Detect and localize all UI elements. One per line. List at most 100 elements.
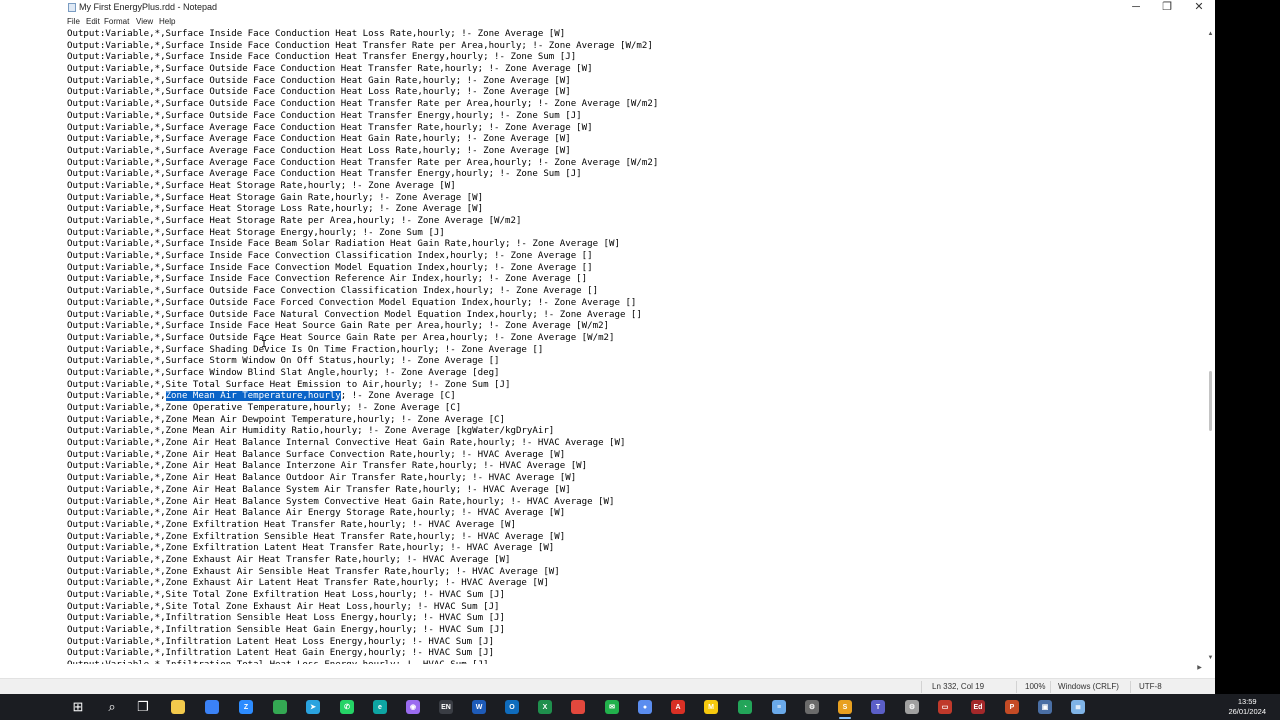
whatsapp-icon[interactable]: ✆ (337, 697, 357, 717)
system-clock[interactable]: 13:59 26/01/2024 (1228, 697, 1266, 717)
text-line[interactable]: Output:Variable,*,Surface Outside Face C… (67, 64, 658, 76)
text-line[interactable]: Output:Variable,*,Surface Outside Face C… (67, 286, 658, 298)
sketch-icon[interactable]: S (835, 697, 855, 717)
text-line[interactable]: Output:Variable,*,Surface Shading Device… (67, 345, 658, 357)
text-line[interactable]: Output:Variable,*,Surface Outside Face F… (67, 298, 658, 310)
start-button[interactable]: ⊞ (68, 697, 88, 717)
text-line[interactable]: Output:Variable,*,Surface Storm Window O… (67, 356, 658, 368)
text-line[interactable]: Output:Variable,*,Surface Window Blind S… (67, 368, 658, 380)
outlook-icon[interactable]: O (502, 697, 522, 717)
notepad-icon[interactable]: ≡ (769, 697, 789, 717)
text-line[interactable]: Output:Variable,*,Surface Average Face C… (67, 134, 658, 146)
text-line[interactable]: Output:Variable,*,Surface Inside Face Co… (67, 263, 658, 275)
text-line[interactable]: Output:Variable,*,Surface Inside Face Co… (67, 29, 658, 41)
scroll-up-icon[interactable]: ▲ (1206, 30, 1215, 39)
search-icon[interactable]: ⌕ (102, 697, 122, 717)
text-line[interactable]: Output:Variable,*,Surface Heat Storage R… (67, 181, 658, 193)
edit-icon[interactable]: Ed (968, 697, 988, 717)
text-line[interactable]: Output:Variable,*,Zone Exhaust Air Laten… (67, 578, 658, 590)
monitor-icon[interactable]: ▣ (1035, 697, 1055, 717)
menu-file[interactable]: File (67, 17, 80, 26)
text-line[interactable]: Output:Variable,*,Surface Inside Face Co… (67, 251, 658, 263)
settings-gear-icon[interactable]: ⚙ (802, 697, 822, 717)
menu-format[interactable]: Format (104, 17, 129, 26)
text-line[interactable]: Output:Variable,*,Site Total Zone Exhaus… (67, 602, 658, 614)
notepad-alt-icon[interactable]: ≣ (1068, 697, 1088, 717)
gear-icon[interactable]: ⚙ (902, 697, 922, 717)
chrome-icon[interactable] (270, 697, 290, 717)
text-line[interactable]: Output:Variable,*,Zone Operative Tempera… (67, 403, 658, 415)
text-line[interactable]: Output:Variable,*,Zone Exfiltration Late… (67, 543, 658, 555)
chat-icon[interactable]: ✉ (602, 697, 622, 717)
text-line[interactable]: Output:Variable,*,Surface Heat Storage R… (67, 216, 658, 228)
text-line[interactable]: Output:Variable,*,Surface Average Face C… (67, 169, 658, 181)
text-line[interactable]: Output:Variable,*,Infiltration Sensible … (67, 625, 658, 637)
menu-edit[interactable]: Edit (86, 17, 100, 26)
text-line[interactable]: Output:Variable,*,Surface Inside Face Co… (67, 41, 658, 53)
scroll-right-icon[interactable]: ▶ (1195, 664, 1204, 673)
text-line[interactable]: Output:Variable,*,Zone Exfiltration Sens… (67, 532, 658, 544)
text-line[interactable]: Output:Variable,*,Surface Heat Storage E… (67, 228, 658, 240)
selected-text[interactable]: Zone Mean Air Temperature,hourly (165, 391, 341, 402)
text-line[interactable]: Output:Variable,*,Surface Inside Face Be… (67, 239, 658, 251)
vertical-scrollbar[interactable]: ▲ ▼ (1206, 29, 1215, 664)
store-icon[interactable] (202, 697, 222, 717)
text-line[interactable]: Output:Variable,*,Infiltration Latent He… (67, 637, 658, 649)
horizontal-scrollbar[interactable]: ▶ (0, 664, 1206, 673)
text-line[interactable]: Output:Variable,*,Surface Inside Face Co… (67, 52, 658, 64)
powerpoint-icon[interactable]: P (1002, 697, 1022, 717)
text-line[interactable]: Output:Variable,*,Surface Outside Face N… (67, 310, 658, 322)
text-line[interactable]: Output:Variable,*,Surface Outside Face C… (67, 99, 658, 111)
text-line[interactable]: Output:Variable,*,Zone Air Heat Balance … (67, 438, 658, 450)
edge-icon[interactable]: e (370, 697, 390, 717)
teams-icon[interactable]: T (868, 697, 888, 717)
github-icon[interactable]: ◉ (403, 697, 423, 717)
text-line[interactable]: Output:Variable,*,Surface Outside Face C… (67, 87, 658, 99)
clock-app-icon[interactable]: ◔ (735, 697, 755, 717)
text-line[interactable]: Output:Variable,*,Surface Average Face C… (67, 158, 658, 170)
text-line[interactable]: Output:Variable,*,Zone Air Heat Balance … (67, 450, 658, 462)
text-line[interactable]: Output:Variable,*,Surface Outside Face H… (67, 333, 658, 345)
text-line[interactable]: Output:Variable,*,Surface Inside Face Co… (67, 274, 658, 286)
text-line[interactable]: Output:Variable,*,Zone Air Heat Balance … (67, 473, 658, 485)
text-line[interactable]: Output:Variable,*,Surface Heat Storage L… (67, 204, 658, 216)
text-line[interactable]: Output:Variable,*,Zone Air Heat Balance … (67, 461, 658, 473)
file-explorer-icon[interactable] (168, 697, 188, 717)
text-line[interactable]: Output:Variable,*,Surface Outside Face C… (67, 111, 658, 123)
text-line[interactable]: Output:Variable,*,Zone Mean Air Temperat… (67, 391, 658, 403)
text-line[interactable]: Output:Variable,*,Zone Exhaust Air Heat … (67, 555, 658, 567)
editor-text[interactable]: Output:Variable,*,Surface Inside Face Co… (67, 29, 658, 664)
text-line[interactable]: Output:Variable,*,Zone Exhaust Air Sensi… (67, 567, 658, 579)
vertical-scroll-thumb[interactable] (1209, 371, 1212, 431)
maximize-button[interactable]: ❐ (1151, 0, 1183, 15)
text-line[interactable]: Output:Variable,*,Zone Exfiltration Heat… (67, 520, 658, 532)
text-line[interactable]: Output:Variable,*,Zone Air Heat Balance … (67, 485, 658, 497)
text-line[interactable]: Output:Variable,*,Surface Heat Storage G… (67, 193, 658, 205)
text-editor[interactable]: Output:Variable,*,Surface Inside Face Co… (0, 29, 1206, 664)
text-line[interactable]: Output:Variable,*,Zone Mean Air Dewpoint… (67, 415, 658, 427)
text-line[interactable]: Output:Variable,*,Surface Inside Face He… (67, 321, 658, 333)
telegram-icon[interactable]: ➤ (303, 697, 323, 717)
text-line[interactable]: Output:Variable,*,Site Total Zone Exfilt… (67, 590, 658, 602)
word-icon[interactable]: W (469, 697, 489, 717)
scroll-down-icon[interactable]: ▼ (1206, 654, 1215, 663)
excel-icon[interactable]: X (535, 697, 555, 717)
miro-icon[interactable]: M (701, 697, 721, 717)
menu-help[interactable]: Help (159, 17, 175, 26)
text-line[interactable]: Output:Variable,*,Zone Air Heat Balance … (67, 508, 658, 520)
chrome-alt-icon[interactable] (568, 697, 588, 717)
text-line[interactable]: Output:Variable,*,Zone Mean Air Humidity… (67, 426, 658, 438)
zoom-icon[interactable]: Z (236, 697, 256, 717)
text-line[interactable]: Output:Variable,*,Infiltration Sensible … (67, 613, 658, 625)
text-line[interactable]: Output:Variable,*,Infiltration Latent He… (67, 648, 658, 660)
menu-view[interactable]: View (136, 17, 153, 26)
text-line[interactable]: Output:Variable,*,Zone Air Heat Balance … (67, 497, 658, 509)
text-line[interactable]: Output:Variable,*,Surface Outside Face C… (67, 76, 658, 88)
laptop-icon[interactable]: ▭ (935, 697, 955, 717)
language-icon[interactable]: EN (436, 697, 456, 717)
circle-app-icon[interactable]: ● (635, 697, 655, 717)
text-line[interactable]: Output:Variable,*,Surface Average Face C… (67, 146, 658, 158)
title-bar[interactable]: My First EnergyPlus.rdd - Notepad ─ ❐ ✕ (0, 0, 1215, 15)
close-button[interactable]: ✕ (1183, 0, 1215, 15)
task-view-icon[interactable]: ❐ (133, 697, 153, 717)
